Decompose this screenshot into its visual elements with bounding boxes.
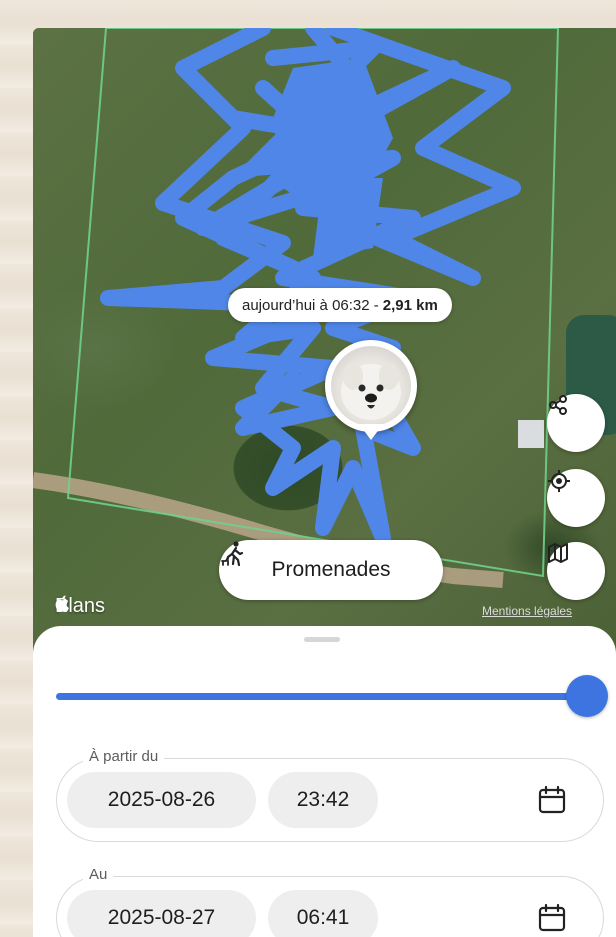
small-building <box>518 420 544 448</box>
route-dense-area-2 <box>313 178 383 258</box>
from-time-input[interactable]: 23:42 <box>268 772 378 828</box>
route-info-label: aujourd’hui à 06:32 - 2,91 km <box>228 288 452 322</box>
bottom-sheet: À partir du 2025-08-26 23:42 Au 2025-08-… <box>33 626 616 937</box>
share-icon <box>549 395 567 415</box>
calendar-icon[interactable] <box>537 785 567 815</box>
from-label: À partir du <box>83 748 165 765</box>
share-button[interactable] <box>547 394 605 452</box>
pet-avatar <box>331 346 411 426</box>
calendar-icon[interactable] <box>537 903 567 933</box>
map-view[interactable]: aujourd’hui à 06:32 - 2,91 km Promenades… <box>33 28 616 648</box>
to-label: Au <box>83 866 114 883</box>
to-date-input[interactable]: 2025-08-27 <box>67 890 256 937</box>
sheet-handle[interactable] <box>304 637 340 642</box>
app-screen: aujourd’hui à 06:32 - 2,91 km Promenades… <box>33 28 616 937</box>
to-field: Au 2025-08-27 06:41 <box>56 866 604 937</box>
time-slider-track[interactable] <box>56 693 586 700</box>
maps-brand: Plans <box>55 595 105 618</box>
person-walking-dog-icon <box>221 541 244 567</box>
walks-button-label: Promenades <box>271 558 391 581</box>
walks-button[interactable]: Promenades <box>219 540 443 600</box>
to-time-input[interactable]: 06:41 <box>268 890 378 937</box>
locate-button[interactable] <box>547 469 605 527</box>
map-type-button[interactable] <box>547 542 605 600</box>
route-time-text: aujourd’hui à 06:32 - <box>242 296 379 314</box>
target-icon <box>548 470 570 492</box>
apple-logo-icon <box>55 595 69 612</box>
from-field: À partir du 2025-08-26 23:42 <box>56 748 604 842</box>
pet-location-pin[interactable] <box>325 340 417 440</box>
time-slider-thumb[interactable] <box>566 675 608 717</box>
route-distance: 2,91 km <box>382 296 438 314</box>
from-date-input[interactable]: 2025-08-26 <box>67 772 256 828</box>
legal-link[interactable]: Mentions légales <box>482 604 572 618</box>
map-icon <box>548 543 568 563</box>
